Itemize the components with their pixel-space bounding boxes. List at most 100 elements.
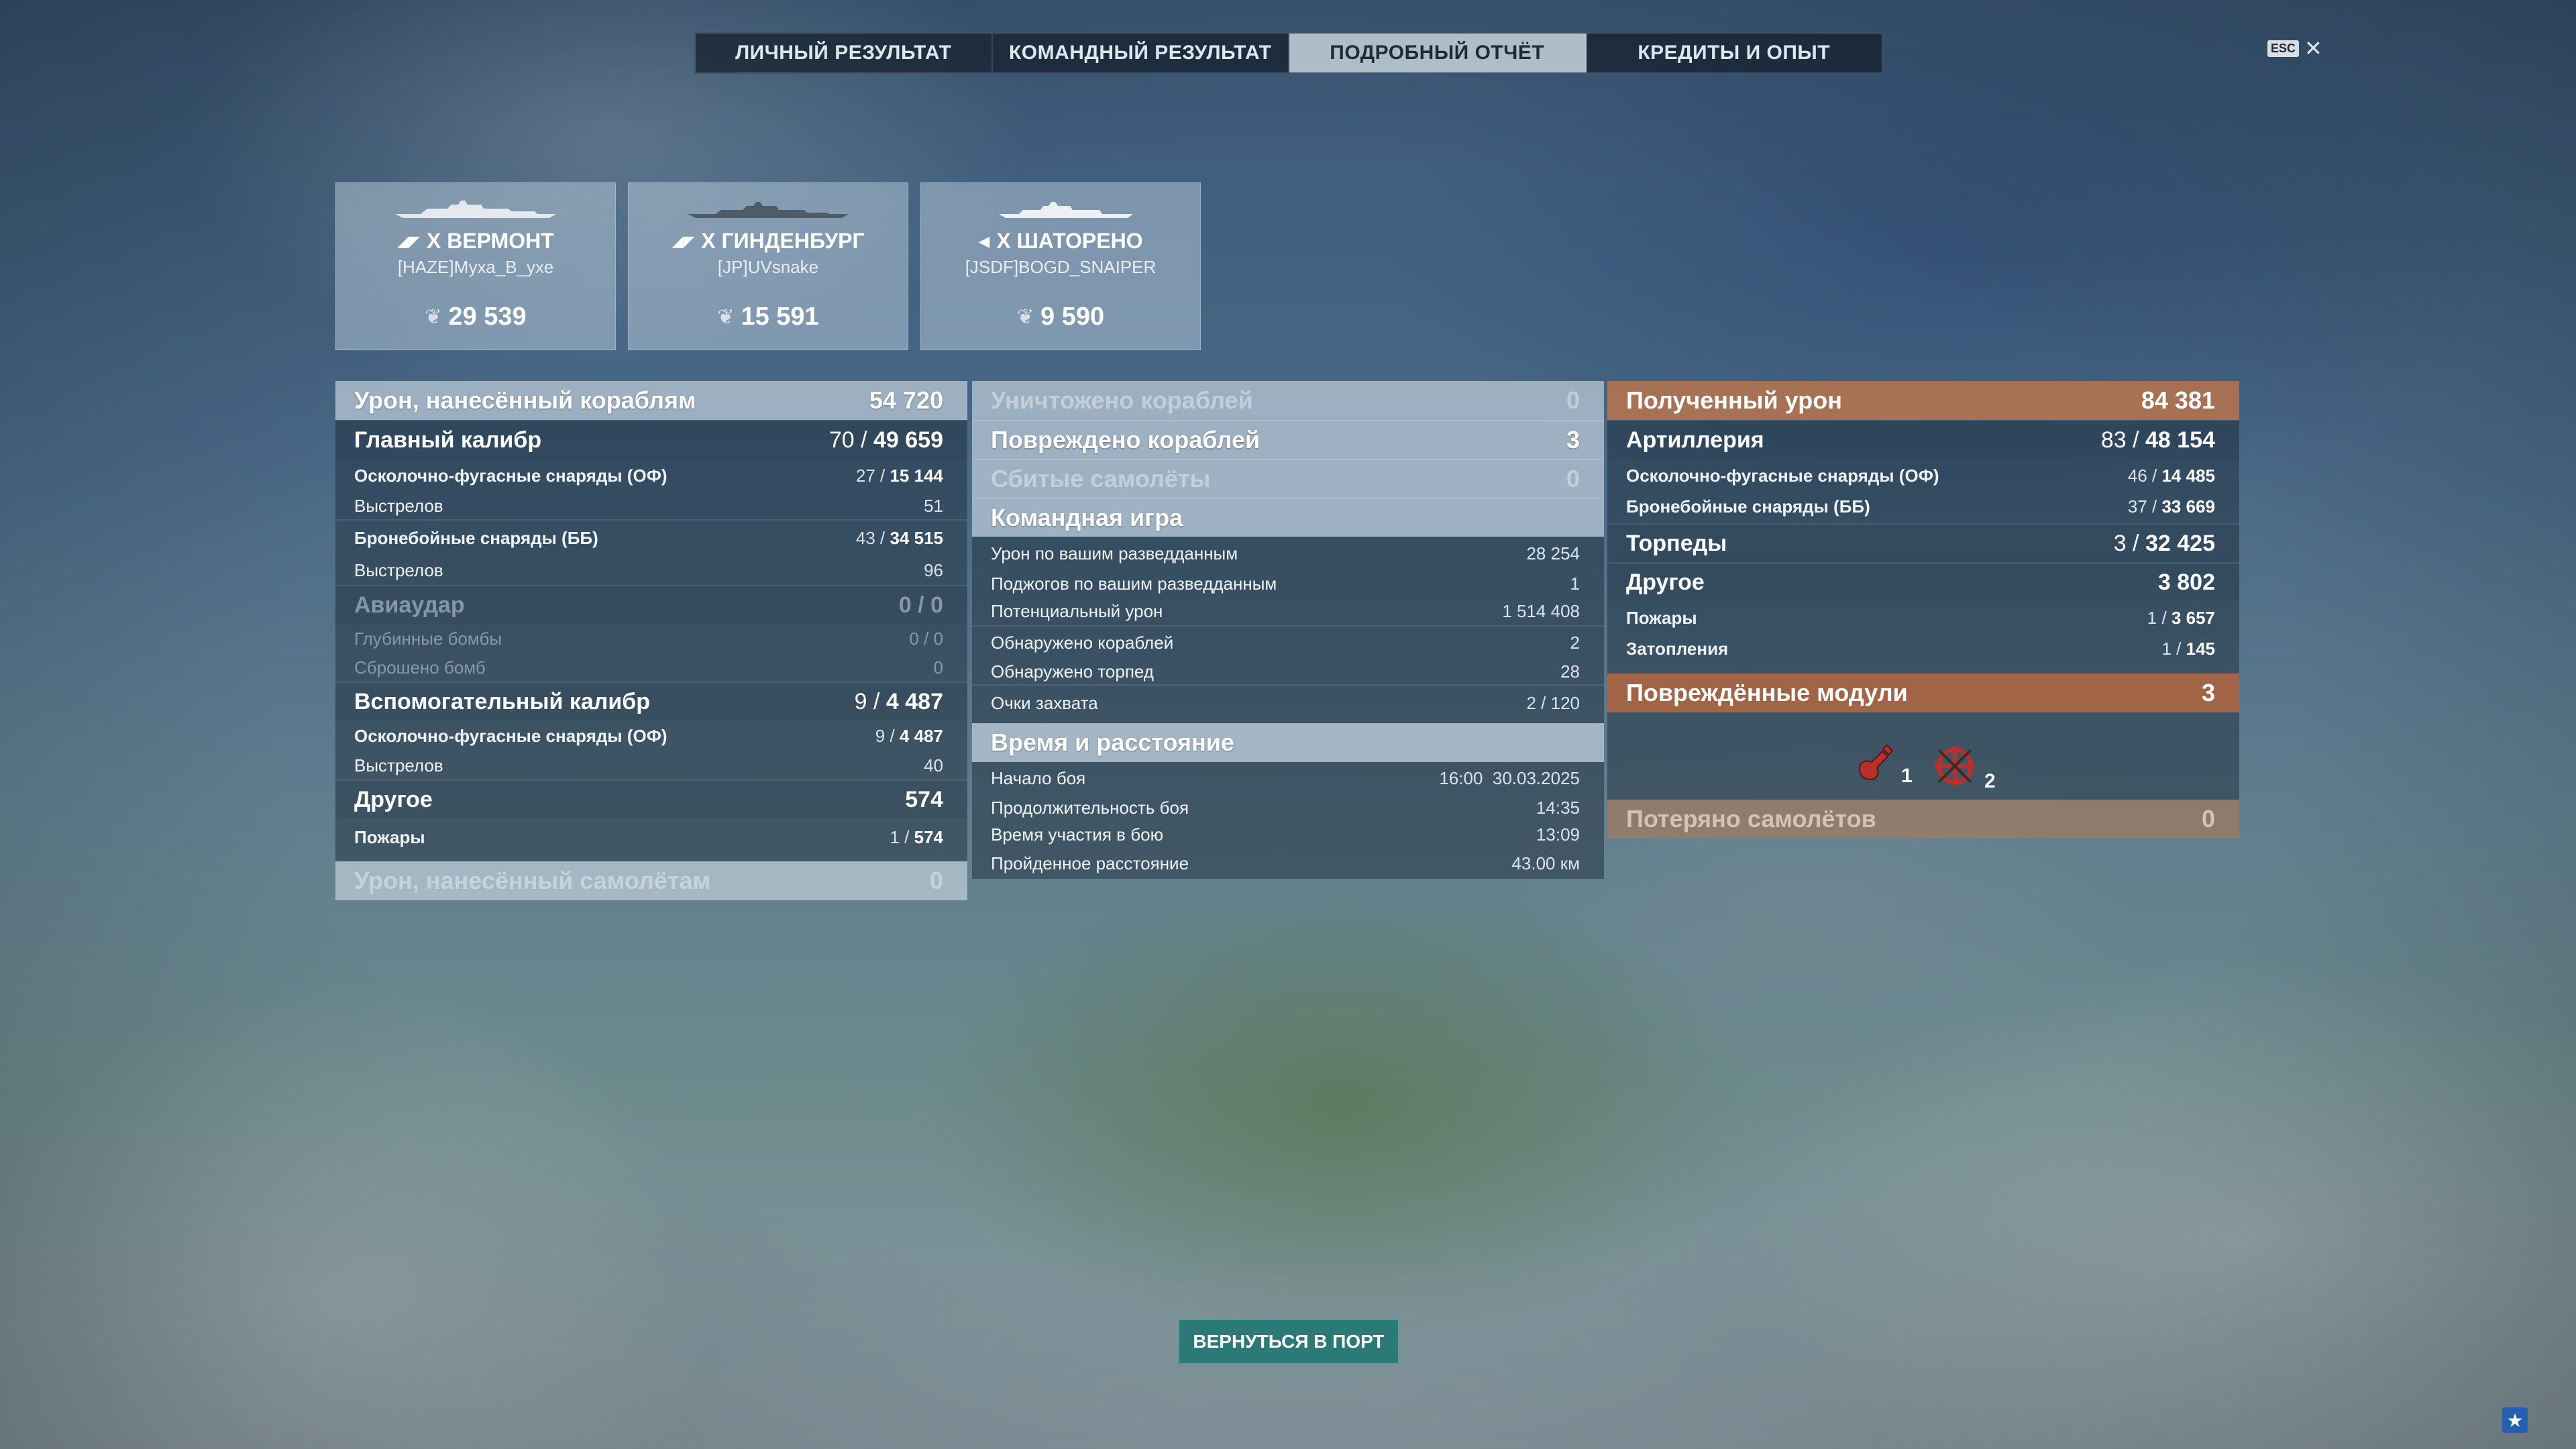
value: 1 514 408 [1502, 600, 1580, 621]
ship-card-2[interactable]: ◢◤ X ГИНДЕНБУРГ [JP]UVsnake ❦ 15 591 [628, 182, 908, 350]
time-distance-header: Время и расстояние [972, 723, 1604, 762]
value: 9 / 4 487 [855, 689, 943, 715]
damage: 48 154 [2145, 427, 2215, 453]
received-fires-row: Пожары 1 / 3 657 [1607, 601, 2239, 635]
esc-key-icon: ESC [2267, 40, 2300, 57]
damage-dealt-panel: Урон, нанесённый кораблям 54 720 Главный… [335, 381, 967, 900]
label: Полученный урон [1626, 386, 1842, 414]
label: Выстрелов [354, 495, 443, 516]
received-flooding-row: Затопления 1 / 145 [1607, 635, 2239, 663]
team-stats-panel: Уничтожено кораблей 0 Повреждено корабле… [972, 381, 1604, 879]
hits: 1 / [2147, 607, 2167, 628]
battle-duration-row: Продолжительность боя 14:35 [972, 794, 1604, 821]
ship-name: ◢◤ X ГИНДЕНБУРГ [629, 229, 908, 254]
damage: 4 487 [899, 725, 943, 746]
damage: 4 487 [885, 688, 943, 714]
damaged-ships-row: Повреждено кораблей 3 [972, 420, 1604, 459]
other-damage-row: Другое 574 [335, 780, 967, 818]
label: Сброшено бомб [354, 657, 486, 678]
label: Обнаружено кораблей [991, 632, 1174, 653]
close-icon: ✕ [2304, 36, 2322, 60]
results-tab-bar: ЛИЧНЫЙ РЕЗУЛЬТАТ КОМАНДНЫЙ РЕЗУЛЬТАТ ПОД… [694, 32, 1883, 74]
value: 574 [905, 786, 943, 812]
star-icon[interactable]: ★ [2502, 1407, 2528, 1433]
value: 3 / 32 425 [2114, 531, 2215, 557]
bombs-dropped-row: Сброшено бомб 0 [335, 653, 967, 682]
score: ❦ 29 539 [336, 303, 615, 331]
label: Повреждено кораблей [991, 426, 1260, 453]
module-count: 2 [1984, 770, 1996, 792]
main-ap-shots-row: Выстрелов 96 [335, 555, 967, 585]
label: Уничтожено кораблей [991, 386, 1253, 414]
label: Осколочно-фугасные снаряды (ОФ) [354, 725, 667, 746]
ship-name-label: X ВЕРМОНТ [427, 229, 554, 253]
score: ❦ 9 590 [921, 303, 1200, 331]
value: 9 / 4 487 [875, 726, 943, 747]
cruiser-icon: ◀ [978, 232, 990, 250]
tab-team-result[interactable]: КОМАНДНЫЙ РЕЗУЛЬТАТ [993, 34, 1289, 72]
hits: 9 / [854, 688, 880, 714]
label: Командная игра [991, 504, 1183, 531]
value: 0 [933, 657, 943, 678]
player-name: [JSDF]BOGD_SNAIPER [965, 257, 1157, 277]
value: 43 / 34 515 [856, 528, 943, 549]
hits: 1 / [890, 826, 910, 847]
distance-row: Пройденное расстояние 43.00 км [972, 848, 1604, 879]
damaged-modules-list: 1 2 [1607, 712, 2239, 800]
value: 46 / 14 485 [2128, 466, 2215, 486]
damage: 15 144 [890, 465, 943, 486]
value: 43.00 км [1511, 853, 1580, 873]
label: Поджогов по вашим разведданным [991, 573, 1277, 594]
damage: 574 [914, 826, 943, 847]
tab-detailed-report[interactable]: ПОДРОБНЫЙ ОТЧЁТ [1289, 34, 1587, 72]
value: 1 / 574 [890, 827, 943, 848]
damage: 14 485 [2161, 465, 2215, 486]
value: 14:35 [1536, 797, 1580, 818]
label: Обнаружено торпед [991, 661, 1154, 682]
label: Другое [354, 786, 433, 812]
label: Пожары [354, 826, 425, 847]
hits: 3 / [2113, 530, 2139, 556]
laurel-icon: ❦ [1016, 306, 1034, 328]
planes-lost-row: Потеряно самолётов 0 [1607, 800, 2239, 839]
received-other-row: Другое 3 802 [1607, 562, 2239, 601]
spotting-damage-row: Урон по вашим разведданным 28 254 [972, 537, 1604, 570]
label: Другое [1626, 569, 1705, 595]
ship-card-3[interactable]: ◀ X ШАТОРЕНО [JSDF]BOGD_SNAIPER ❦ 9 590 [920, 182, 1201, 350]
spotting-fires-row: Поджогов по вашим разведданным 1 [972, 570, 1604, 597]
module-item[interactable]: 2 [1928, 739, 1996, 793]
value: 3 [2201, 679, 2215, 706]
module-item[interactable]: 1 [1850, 739, 1913, 788]
ship-card-1[interactable]: ◢◤ X ВЕРМОНТ [HAZE]Муха_В_ухе ❦ 29 539 [335, 182, 616, 350]
player-name: [HAZE]Муха_В_ухе [397, 257, 554, 277]
value: 0 [2201, 805, 2215, 833]
damage: 3 657 [2171, 607, 2215, 628]
hits: 70 / [828, 427, 867, 453]
value: 0 / 0 [898, 592, 943, 618]
value: 0 [1566, 465, 1580, 492]
damage-to-ships-header: Урон, нанесённый кораблям 54 720 [335, 381, 967, 420]
value: 1 [1570, 573, 1580, 594]
main-ap-row: Бронебойные снаряды (ББ) 43 / 34 515 [335, 521, 967, 555]
tab-personal-result[interactable]: ЛИЧНЫЙ РЕЗУЛЬТАТ [696, 34, 993, 72]
tab-credits-xp[interactable]: КРЕДИТЫ И ОПЫТ [1587, 34, 1882, 72]
label: Пройденное расстояние [991, 853, 1189, 873]
value: 83 / 48 154 [2101, 427, 2215, 453]
return-to-port-button[interactable]: ВЕРНУТЬСЯ В ПОРТ [1178, 1319, 1399, 1364]
hits: 27 / [855, 465, 885, 486]
value: 84 381 [2141, 386, 2215, 414]
close-button[interactable]: ESC ✕ [2267, 38, 2322, 59]
value: 1 / 3 657 [2147, 608, 2215, 629]
torpedoes-row: Торпеды 3 / 32 425 [1607, 523, 2239, 562]
artillery-row: Артиллерия 83 / 48 154 [1607, 420, 2239, 459]
value: 3 802 [2157, 569, 2215, 595]
damage: 34 515 [890, 527, 943, 548]
hits: 37 / [2127, 496, 2157, 517]
value: 96 [924, 559, 943, 580]
label: Осколочно-фугасные снаряды (ОФ) [354, 465, 667, 486]
spacer [1607, 663, 2239, 674]
laurel-icon: ❦ [717, 306, 735, 328]
label: Начало боя [991, 767, 1086, 788]
label: Урон, нанесённый кораблям [354, 386, 696, 414]
secondary-he-row: Осколочно-фугасные снаряды (ОФ) 9 / 4 48… [335, 720, 967, 751]
